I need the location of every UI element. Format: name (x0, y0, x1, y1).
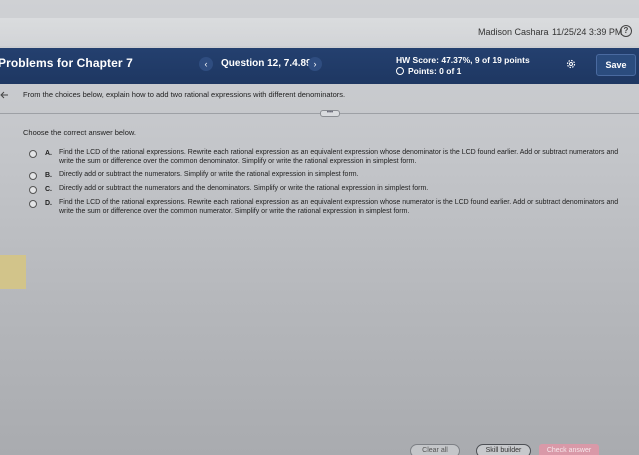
answer-option-c[interactable]: C. Directly add or subtract the numerato… (29, 185, 619, 194)
clear-all-button[interactable]: Clear all (410, 444, 460, 455)
save-button[interactable]: Save (596, 54, 636, 76)
expand-handle[interactable]: ••• (320, 110, 340, 117)
radio-button[interactable] (29, 172, 37, 180)
radio-button[interactable] (29, 150, 37, 158)
points-row: Points: 0 of 1 (396, 66, 461, 76)
choose-label: Choose the correct answer below. (23, 128, 136, 137)
left-arrow-icon[interactable] (0, 90, 10, 100)
option-text[interactable]: Find the LCD of the rational expressions… (59, 149, 619, 166)
user-name[interactable]: Madison Cashara (478, 27, 549, 37)
option-text[interactable]: Directly add or subtract the numerators.… (59, 171, 359, 180)
points-value: Points: 0 of 1 (408, 66, 462, 76)
datetime: 11/25/24 3:39 PM (552, 27, 623, 37)
skill-builder-button[interactable]: Skill builder (476, 444, 531, 455)
chapter-title: Problems for Chapter 7 (0, 56, 133, 70)
help-icon[interactable]: ? (620, 25, 632, 37)
gear-icon[interactable] (565, 58, 577, 70)
next-question-button[interactable]: › (308, 57, 322, 71)
user-bar: Madison Cashara 11/25/24 3:39 PM ? (0, 18, 639, 46)
answer-option-a[interactable]: A. Find the LCD of the rational expressi… (29, 149, 619, 166)
answer-option-b[interactable]: B. Directly add or subtract the numerato… (29, 171, 619, 180)
check-answer-button[interactable]: Check answer (539, 444, 599, 455)
assignment-header: Problems for Chapter 7 ‹ Question 12, 7.… (0, 48, 639, 84)
option-text[interactable]: Find the LCD of the rational expressions… (59, 199, 619, 216)
hw-score: HW Score: 47.37%, 9 of 19 points (396, 55, 530, 65)
option-letter: B. (45, 172, 52, 179)
radio-button[interactable] (29, 186, 37, 194)
side-panel-tab[interactable] (0, 255, 26, 289)
screen: Madison Cashara 11/25/24 3:39 PM ? Probl… (0, 0, 639, 455)
radio-button[interactable] (29, 200, 37, 208)
previous-question-button[interactable]: ‹ (199, 57, 213, 71)
answer-option-d[interactable]: D. Find the LCD of the rational expressi… (29, 199, 619, 216)
question-instruction: From the choices below, explain how to a… (23, 90, 346, 99)
option-text[interactable]: Directly add or subtract the numerators … (59, 185, 428, 194)
option-letter: C. (45, 186, 52, 193)
option-letter: A. (45, 150, 52, 157)
option-letter: D. (45, 200, 52, 207)
points-circle-icon (396, 67, 404, 75)
question-label[interactable]: Question 12, 7.4.89 (221, 58, 312, 69)
instruction-bar: From the choices below, explain how to a… (0, 84, 639, 112)
